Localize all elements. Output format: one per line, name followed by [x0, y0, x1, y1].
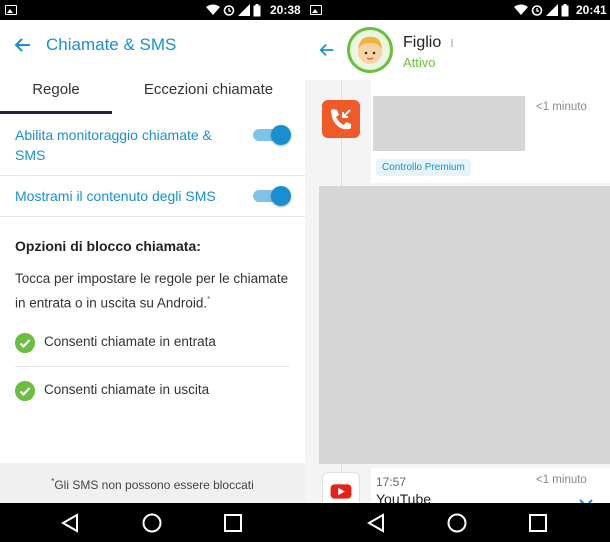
clock: 20:38 — [270, 3, 301, 17]
sms-content-toggle[interactable] — [253, 186, 291, 206]
more-indicator — [451, 39, 453, 47]
toggle-knob — [271, 186, 291, 206]
check-circle-icon — [15, 381, 35, 401]
child-face-icon — [358, 36, 382, 64]
battery-icon — [253, 3, 261, 16]
child-name[interactable]: Figlio — [403, 34, 441, 52]
right-navigation-bar — [305, 503, 610, 542]
left-screen: 20:38 Chiamate & SMS Regole Eccezioni ch… — [0, 0, 305, 503]
battery-icon — [561, 3, 569, 16]
premium-badge[interactable]: Controllo Premium — [376, 159, 471, 176]
left-navigation-bar — [0, 503, 305, 542]
incoming-call-icon — [322, 100, 360, 138]
activity-feed[interactable]: <1 minuto Controllo Premium 17:57 <1 min… — [305, 80, 610, 503]
status-bar: 20:41 — [305, 0, 610, 20]
wifi-icon — [206, 4, 220, 15]
footnote-mark: * — [207, 295, 211, 304]
blocking-title: Opzioni di blocco chiamata: — [15, 238, 201, 254]
redacted-content — [319, 186, 610, 464]
footer-text: Gli SMS non possono essere bloccati — [54, 478, 254, 492]
setting-monitoring-label: Abilita monitoraggio chiamate & SMS — [15, 127, 212, 163]
back-nav-icon[interactable] — [59, 512, 81, 534]
option-incoming-label: Consenti chiamate in entrata — [44, 334, 216, 349]
signal-icon — [546, 4, 558, 16]
call-time-ago: <1 minuto — [536, 101, 587, 113]
recents-nav-icon[interactable] — [527, 512, 549, 534]
page-title: Chiamate & SMS — [46, 35, 177, 54]
sms-footer-note: *Gli SMS non possono essere bloccati — [0, 463, 305, 503]
right-screen: 20:41 Figlio Attivo <1 minuto Controllo … — [305, 0, 610, 503]
toggle-knob — [271, 125, 291, 145]
redacted-call-details — [373, 96, 525, 151]
blocking-description[interactable]: Tocca per impostare le regole per le chi… — [15, 268, 290, 314]
back-arrow-icon[interactable] — [14, 36, 32, 54]
youtube-time-ago: <1 minuto — [536, 474, 587, 486]
setting-sms-content[interactable]: Mostrami il contenuto degli SMS — [0, 176, 305, 217]
youtube-app-name: YouTube — [376, 491, 432, 503]
tab-bar: Regole Eccezioni chiamate — [0, 70, 305, 114]
image-notification-icon — [310, 5, 322, 15]
back-nav-icon[interactable] — [365, 512, 387, 534]
signal-icon — [238, 4, 250, 16]
clock: 20:41 — [576, 3, 607, 17]
option-outgoing-label: Consenti chiamate in uscita — [44, 382, 210, 397]
monitoring-toggle[interactable] — [253, 125, 291, 145]
app-bar: Chiamate & SMS — [0, 20, 305, 70]
home-nav-icon[interactable] — [141, 512, 163, 534]
status-icons — [206, 3, 261, 17]
youtube-icon — [322, 472, 360, 503]
alarm-icon — [223, 5, 235, 16]
youtube-time: 17:57 — [376, 475, 407, 489]
blocking-description-text: Tocca per impostare le regole per le chi… — [15, 271, 289, 311]
setting-sms-content-label: Mostrami il contenuto degli SMS — [15, 188, 216, 204]
tab-regole[interactable]: Regole — [0, 70, 112, 114]
recents-nav-icon[interactable] — [222, 512, 244, 534]
check-circle-icon — [15, 333, 35, 353]
alarm-icon — [531, 5, 543, 16]
image-notification-icon — [5, 5, 17, 15]
tab-eccezioni-chiamate[interactable]: Eccezioni chiamate — [112, 70, 305, 114]
setting-monitoring[interactable]: Abilita monitoraggio chiamate & SMS — [0, 114, 305, 176]
wifi-icon — [514, 4, 528, 15]
child-status: Attivo — [403, 55, 436, 70]
option-outgoing-calls[interactable]: Consenti chiamate in uscita — [15, 367, 290, 415]
status-bar: 20:38 — [0, 0, 305, 20]
back-arrow-icon[interactable] — [319, 42, 335, 58]
child-avatar[interactable] — [347, 27, 393, 73]
option-incoming-calls[interactable]: Consenti chiamate in entrata — [15, 319, 290, 367]
child-header: Figlio Attivo — [305, 20, 610, 80]
home-nav-icon[interactable] — [446, 512, 468, 534]
status-icons — [514, 3, 569, 17]
